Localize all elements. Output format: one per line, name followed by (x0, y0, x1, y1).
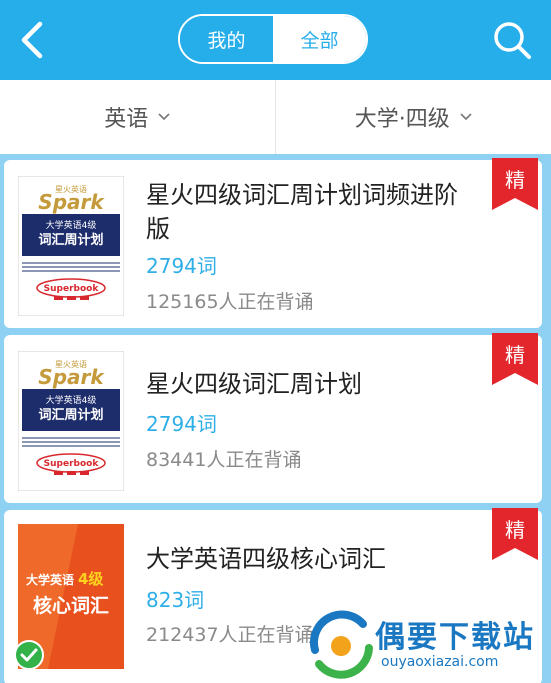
featured-badge: 精 (492, 508, 538, 560)
tab-mine[interactable]: 我的 (180, 16, 273, 62)
language-filter-label: 英语 (104, 107, 149, 132)
learner-count: 212437人正在背诵 (146, 624, 314, 646)
book-card[interactable]: 星火英语 Spark 大学英语4级 词汇周计划 Superbook 星火四级词汇… (4, 333, 542, 503)
level-filter[interactable]: 大学·四级 (276, 80, 551, 154)
watermark-title: 偶要下载站 (375, 620, 535, 655)
book-cover-spark: 星火英语 Spark 大学英语4级 词汇周计划 Superbook (18, 176, 124, 316)
word-count: 2794词 (146, 254, 217, 278)
app-header: 我的 全部 (0, 0, 551, 80)
featured-badge: 精 (492, 333, 538, 385)
cover-line1b: 4级 (78, 570, 104, 588)
word-count: 2794词 (146, 412, 217, 436)
tab-all[interactable]: 全部 (273, 16, 366, 62)
search-icon[interactable] (490, 18, 534, 62)
level-filter-label: 大学·四级 (354, 107, 450, 132)
cover-publisher: Superbook (44, 459, 100, 469)
featured-badge-label: 精 (505, 168, 525, 192)
word-count: 823词 (146, 588, 205, 612)
filter-bar: 英语 大学·四级 (0, 80, 551, 154)
cover-line2: 词汇周计划 (38, 232, 103, 248)
cover-publisher: Superbook (44, 284, 100, 294)
back-arrow-icon[interactable] (14, 20, 54, 60)
featured-badge-label: 精 (505, 518, 525, 542)
book-card[interactable]: 星火英语 Spark 大学英语4级 词汇周计划 Superbook 星火四级词汇… (4, 158, 542, 328)
language-filter[interactable]: 英语 (0, 80, 276, 154)
learner-count: 125165人正在背诵 (146, 291, 314, 313)
watermark: 偶要下载站 ouyaoxiazai.com (305, 608, 551, 683)
book-cover-spark: 星火英语 Spark 大学英语4级 词汇周计划 Superbook (18, 351, 124, 491)
featured-badge-label: 精 (505, 343, 525, 367)
watermark-logo-icon (309, 610, 373, 679)
cover-line1: 大学英语4级 (46, 394, 97, 406)
book-title: 星火四级词汇周计划词频进阶版 (146, 181, 458, 243)
chevron-down-icon (158, 113, 170, 121)
watermark-url: ouyaoxiazai.com (381, 654, 499, 670)
scope-segmented-control: 我的 全部 (178, 14, 368, 64)
cover-line2: 核心词汇 (33, 594, 109, 617)
chevron-down-icon (460, 113, 472, 121)
check-circle-icon (14, 640, 44, 670)
learner-count: 83441人正在背诵 (146, 449, 302, 471)
featured-badge: 精 (492, 158, 538, 210)
cover-brand: Spark (38, 190, 105, 214)
cover-line1a: 大学英语 (26, 572, 74, 587)
book-title: 大学英语四级核心词汇 (146, 545, 386, 573)
book-title: 星火四级词汇周计划 (146, 370, 362, 398)
cover-brand: Spark (38, 365, 105, 389)
cover-line2: 词汇周计划 (38, 407, 103, 423)
cover-line1: 大学英语4级 (46, 219, 97, 231)
